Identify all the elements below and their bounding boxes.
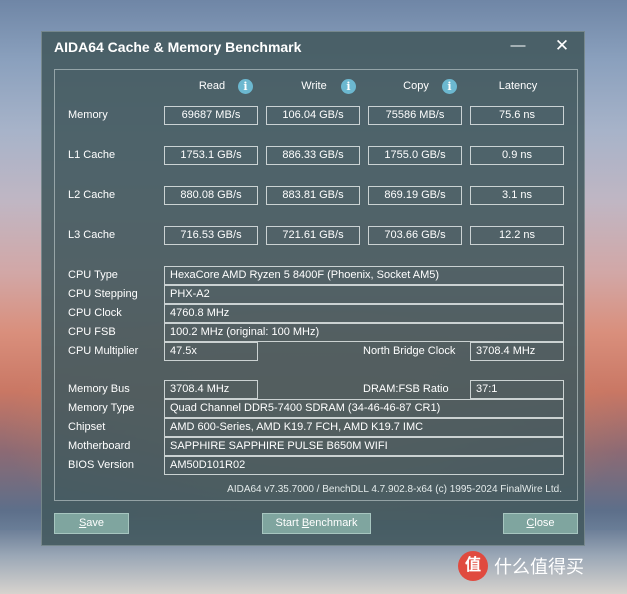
save-button-label: ave bbox=[86, 517, 105, 529]
chipset-label: Chipset bbox=[68, 421, 106, 433]
dram-fsb-ratio-label: DRAM:FSB Ratio bbox=[363, 383, 449, 395]
l1-write-value: 886.33 GB/s bbox=[266, 146, 360, 165]
results-panel: Read i Write i Copy i Latency Memory 696… bbox=[54, 69, 578, 501]
row-label-l3-cache: L3 Cache bbox=[68, 229, 116, 241]
row-label-l1-cache: L1 Cache bbox=[68, 149, 116, 161]
l2-copy-value: 869.19 GB/s bbox=[368, 186, 462, 205]
row-label-memory: Memory bbox=[68, 109, 108, 121]
watermark: 值什么值得买 bbox=[458, 551, 584, 583]
cpu-fsb-label: CPU FSB bbox=[68, 326, 116, 338]
l1-read-value: 1753.1 GB/s bbox=[164, 146, 258, 165]
l1-latency-value: 0.9 ns bbox=[470, 146, 564, 165]
l2-write-value: 883.81 GB/s bbox=[266, 186, 360, 205]
memory-write-value: 106.04 GB/s bbox=[266, 106, 360, 125]
column-header-latency: Latency bbox=[498, 80, 538, 92]
row-label-l2-cache: L2 Cache bbox=[68, 189, 116, 201]
watermark-text: 什么值得买 bbox=[494, 557, 584, 578]
cpu-type-label: CPU Type bbox=[68, 269, 118, 281]
l3-read-value: 716.53 GB/s bbox=[164, 226, 258, 245]
info-icon[interactable]: i bbox=[341, 79, 356, 94]
memory-latency-value: 75.6 ns bbox=[470, 106, 564, 125]
start-benchmark-button[interactable]: Start Benchmark bbox=[262, 513, 371, 534]
save-button[interactable]: Save bbox=[54, 513, 129, 534]
info-icon[interactable]: i bbox=[238, 79, 253, 94]
cpu-clock-label: CPU Clock bbox=[68, 307, 122, 319]
bios-version-value: AM50D101R02 bbox=[164, 456, 564, 475]
cpu-type-value: HexaCore AMD Ryzen 5 8400F (Phoenix, Soc… bbox=[164, 266, 564, 285]
l2-read-value: 880.08 GB/s bbox=[164, 186, 258, 205]
cpu-multiplier-value: 47.5x bbox=[164, 342, 258, 361]
cpu-fsb-value: 100.2 MHz (original: 100 MHz) bbox=[164, 323, 564, 342]
close-button[interactable]: Close bbox=[503, 513, 578, 534]
north-bridge-clock-label: North Bridge Clock bbox=[363, 345, 456, 357]
close-button-label: lose bbox=[534, 517, 555, 529]
start-benchmark-tail: enchmark bbox=[309, 517, 358, 529]
l1-copy-value: 1755.0 GB/s bbox=[368, 146, 462, 165]
minimize-icon[interactable]: — bbox=[506, 36, 530, 56]
memory-type-label: Memory Type bbox=[68, 402, 135, 414]
north-bridge-clock-value: 3708.4 MHz bbox=[470, 342, 564, 361]
dram-fsb-ratio-value: 37:1 bbox=[470, 380, 564, 399]
memory-bus-value: 3708.4 MHz bbox=[164, 380, 258, 399]
title-bar[interactable]: AIDA64 Cache & Memory Benchmark — ✕ bbox=[42, 32, 584, 62]
motherboard-label: Motherboard bbox=[68, 440, 131, 452]
cpu-stepping-value: PHX-A2 bbox=[164, 285, 564, 304]
l3-latency-value: 12.2 ns bbox=[470, 226, 564, 245]
memory-type-value: Quad Channel DDR5-7400 SDRAM (34-46-46-8… bbox=[164, 399, 564, 418]
chipset-value: AMD 600-Series, AMD K19.7 FCH, AMD K19.7… bbox=[164, 418, 564, 437]
bios-version-label: BIOS Version bbox=[68, 459, 135, 471]
memory-bus-label: Memory Bus bbox=[68, 383, 130, 395]
l3-copy-value: 703.66 GB/s bbox=[368, 226, 462, 245]
window-title: AIDA64 Cache & Memory Benchmark bbox=[54, 39, 302, 55]
cpu-multiplier-label: CPU Multiplier bbox=[68, 345, 139, 357]
l2-latency-value: 3.1 ns bbox=[470, 186, 564, 205]
info-icon[interactable]: i bbox=[442, 79, 457, 94]
memory-read-value: 69687 MB/s bbox=[164, 106, 258, 125]
memory-copy-value: 75586 MB/s bbox=[368, 106, 462, 125]
start-benchmark-label: Start bbox=[275, 517, 302, 529]
l3-write-value: 721.61 GB/s bbox=[266, 226, 360, 245]
motherboard-value: SAPPHIRE SAPPHIRE PULSE B650M WIFI bbox=[164, 437, 564, 456]
cpu-clock-value: 4760.8 MHz bbox=[164, 304, 564, 323]
close-icon[interactable]: ✕ bbox=[550, 36, 574, 56]
benchmark-window: AIDA64 Cache & Memory Benchmark — ✕ Read… bbox=[41, 31, 585, 546]
column-header-read: Read bbox=[198, 80, 226, 92]
version-footer: AIDA64 v7.35.7000 / BenchDLL 4.7.902.8-x… bbox=[227, 484, 562, 495]
column-header-copy: Copy bbox=[403, 80, 429, 92]
smzdm-logo-icon: 值 bbox=[458, 551, 488, 581]
cpu-stepping-label: CPU Stepping bbox=[68, 288, 138, 300]
column-header-write: Write bbox=[301, 80, 327, 92]
